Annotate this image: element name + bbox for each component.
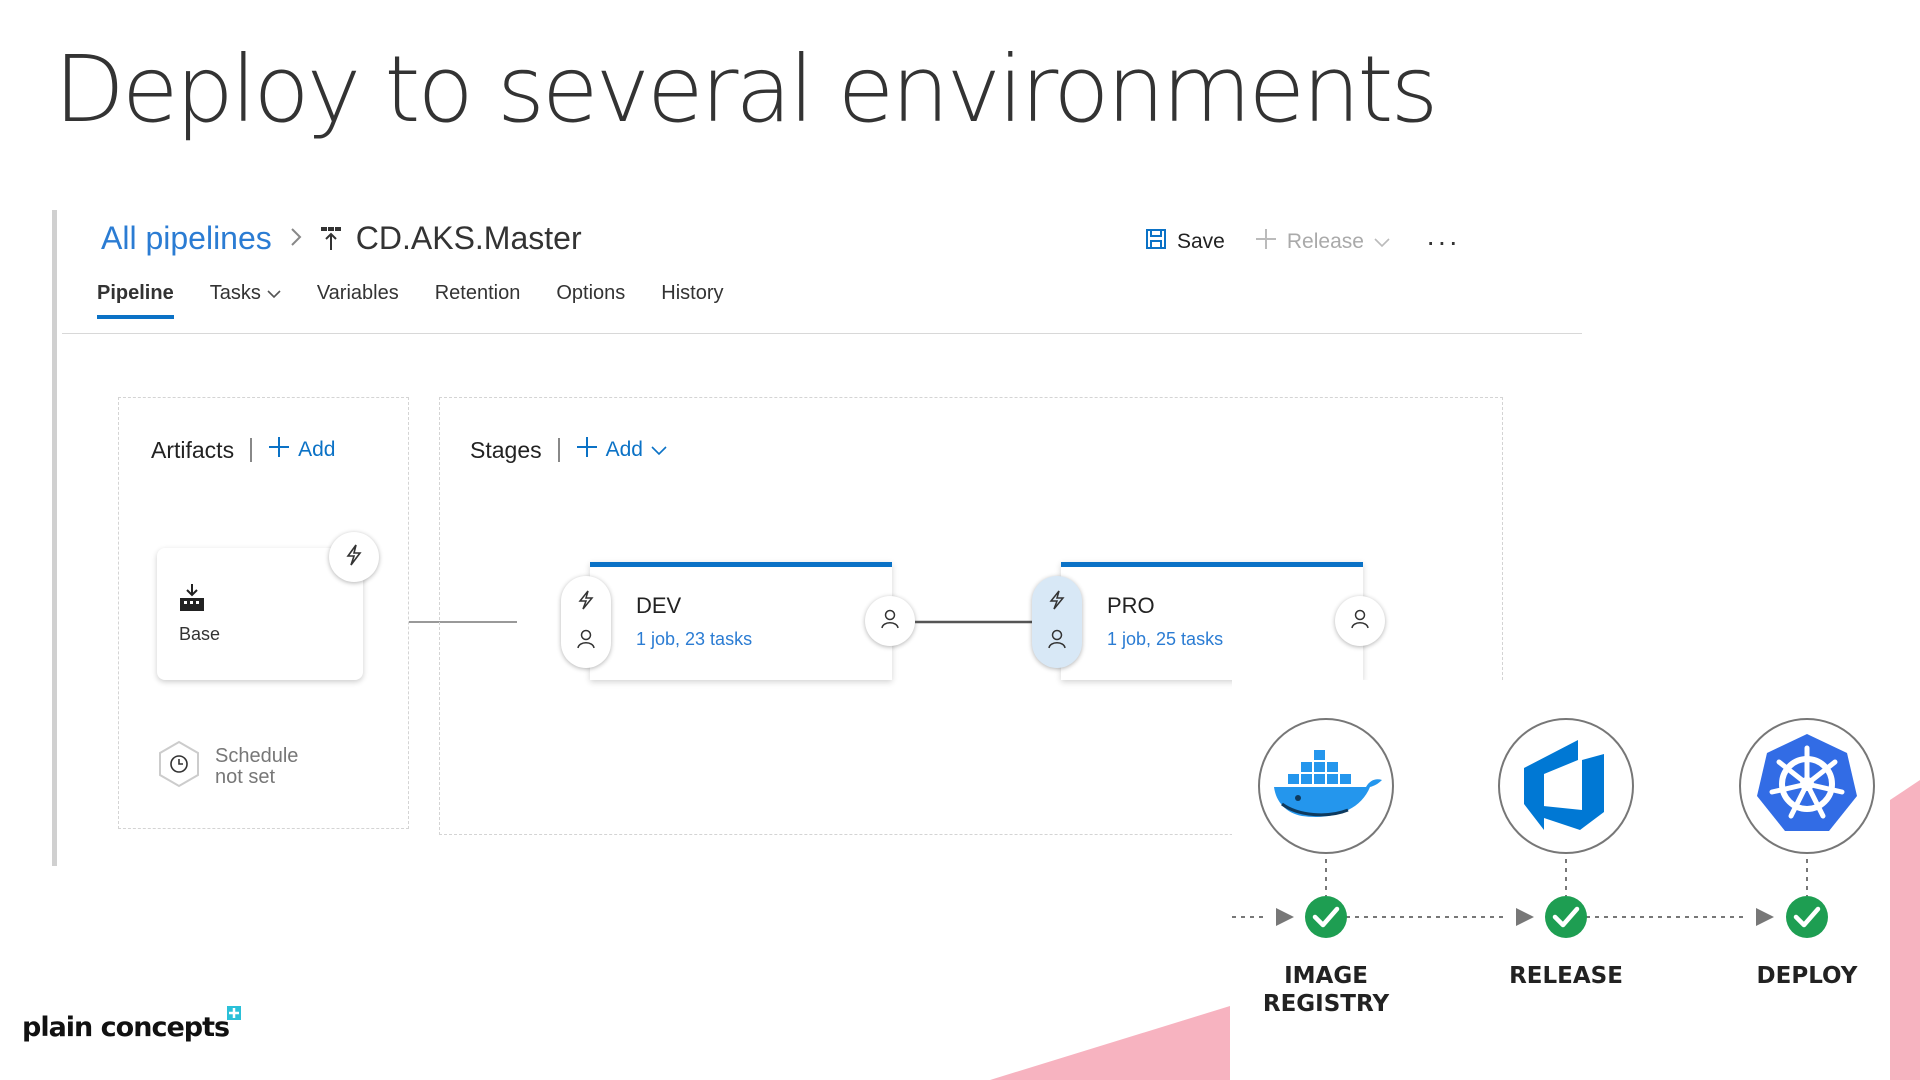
chevron-down-icon	[267, 282, 281, 305]
pink-triangle-decoration	[990, 1006, 1230, 1080]
chevron-down-icon	[651, 438, 667, 462]
schedule-trigger[interactable]: Schedule not set	[157, 740, 298, 793]
pink-corner-decoration	[1890, 780, 1920, 1080]
stage-summary-link[interactable]: 1 job, 23 tasks	[636, 629, 752, 650]
lightning-icon	[345, 544, 363, 571]
chevron-right-icon	[290, 223, 302, 254]
build-artifact-icon	[179, 584, 205, 617]
slide-title: Deploy to several environments	[54, 36, 1438, 143]
connector-line	[915, 620, 1035, 624]
divider	[557, 438, 560, 462]
save-icon	[1145, 228, 1167, 256]
tab-retention[interactable]: Retention	[435, 282, 521, 319]
docker-icon	[1268, 744, 1384, 829]
schedule-status: Schedule not set	[215, 744, 299, 788]
person-icon	[881, 609, 899, 634]
image-registry-node	[1258, 718, 1394, 854]
tab-options[interactable]: Options	[556, 282, 625, 319]
add-stage-button[interactable]: Add	[576, 436, 667, 464]
deploy-node	[1739, 718, 1875, 854]
plus-icon	[268, 436, 290, 464]
tab-pipeline[interactable]: Pipeline	[97, 282, 174, 319]
check-icon	[1305, 896, 1347, 938]
plain-concepts-logo: plain concepts	[22, 1006, 242, 1043]
post-deployment-conditions-button[interactable]	[1335, 596, 1385, 646]
breadcrumb: All pipelines CD.AKS.Master	[101, 220, 582, 257]
pipeline-name: CD.AKS.Master	[355, 220, 582, 256]
tab-divider	[62, 333, 1582, 334]
lightning-icon	[576, 590, 596, 615]
breadcrumb-all-pipelines[interactable]: All pipelines	[101, 220, 272, 257]
tab-variables[interactable]: Variables	[317, 282, 399, 319]
tab-tasks[interactable]: Tasks	[210, 282, 281, 319]
chevron-down-icon	[1374, 230, 1390, 254]
release-pipeline-icon	[320, 226, 342, 252]
release-node	[1498, 718, 1634, 854]
clock-icon	[157, 740, 201, 793]
logo-text: plain concepts	[22, 1012, 230, 1043]
stage-card-pro[interactable]: PRO 1 job, 25 tasks	[1061, 562, 1363, 680]
release-label: Release	[1286, 230, 1364, 253]
tab-bar: Pipeline Tasks Variables Retention Optio…	[97, 282, 724, 319]
add-artifact-button[interactable]: Add	[268, 436, 335, 464]
check-icon	[1545, 896, 1587, 938]
person-icon	[1048, 629, 1066, 654]
stages-heading: Stages	[470, 436, 542, 463]
pre-deployment-conditions-button[interactable]	[561, 576, 611, 668]
divider	[250, 438, 253, 462]
more-actions-button[interactable]: ···	[1426, 228, 1460, 256]
save-label: Save	[1177, 230, 1225, 253]
logo-mark-icon	[227, 1006, 242, 1020]
post-deployment-conditions-button[interactable]	[865, 596, 915, 646]
stages-header: Stages Add	[470, 436, 667, 464]
azure-devops-icon	[1514, 732, 1618, 841]
check-icon	[1786, 896, 1828, 938]
lightning-icon	[1047, 590, 1067, 615]
pre-deployment-conditions-button[interactable]	[1032, 576, 1082, 668]
step-label-release: RELEASE	[1509, 963, 1623, 989]
stage-name: PRO	[1107, 593, 1155, 618]
artifacts-heading: Artifacts	[151, 436, 235, 463]
plus-icon	[1255, 228, 1277, 256]
save-button[interactable]: Save	[1139, 224, 1231, 260]
stage-card-dev[interactable]: DEV 1 job, 23 tasks	[590, 562, 892, 680]
person-icon	[1351, 609, 1369, 634]
artifact-name: Base	[179, 624, 221, 644]
toolbar: Save Release ···	[1139, 224, 1460, 260]
person-icon	[577, 629, 595, 654]
plus-icon	[576, 436, 598, 464]
continuous-deployment-trigger-button[interactable]	[329, 532, 379, 582]
deployment-flow-diagram: IMAGE REGISTRY RELEASE DEPLOY	[1232, 680, 1920, 1080]
stage-summary-link[interactable]: 1 job, 25 tasks	[1107, 629, 1223, 650]
kubernetes-icon	[1751, 728, 1863, 845]
stage-name: DEV	[636, 593, 682, 618]
tab-history[interactable]: History	[661, 282, 723, 319]
step-label-deploy: DEPLOY	[1756, 963, 1858, 989]
artifacts-header: Artifacts Add	[151, 436, 335, 464]
step-label-image-registry: IMAGE REGISTRY	[1262, 963, 1390, 1017]
release-button[interactable]: Release	[1249, 224, 1396, 260]
